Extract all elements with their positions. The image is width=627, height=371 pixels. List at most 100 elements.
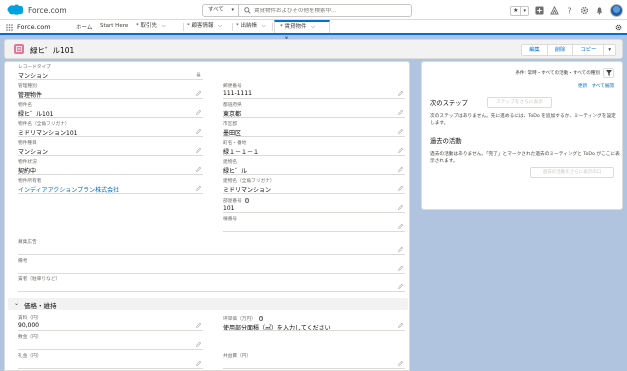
field-label: 賃者（駐車りなど）	[18, 277, 61, 282]
field-price-right-0: 坪単価（万円） i 使用部分面積（㎡）を入力してください	[223, 315, 405, 332]
edit-pencil-icon[interactable]	[398, 204, 404, 210]
edit-pencil-icon[interactable]	[398, 90, 404, 96]
field-divider	[18, 117, 203, 118]
nav-item-label: * 顧客情報	[187, 23, 214, 29]
field-label: レコードタイプ	[18, 65, 51, 70]
chevron-down-icon[interactable]: ⌵	[262, 23, 266, 29]
chevron-down-icon[interactable]: ▾	[520, 6, 528, 15]
nav-home[interactable]: ホーム	[76, 23, 92, 31]
edit-pencil-icon[interactable]	[398, 322, 404, 328]
star-icon[interactable]: ★	[511, 7, 520, 15]
field-price-left-2: 礼金（円）	[18, 353, 203, 369]
info-icon[interactable]: i	[244, 198, 250, 203]
edit-pencil-icon[interactable]	[398, 283, 404, 289]
field-divider	[18, 193, 203, 194]
nav-item-start-here[interactable]: Start Here	[100, 20, 128, 33]
field-value	[18, 341, 203, 348]
field-price-left-1: 敷金（円）	[18, 334, 203, 350]
nav-item-accounts[interactable]: * 取引先 ⌵	[136, 20, 166, 33]
refresh-link[interactable]: 更新	[578, 84, 587, 89]
edit-pencil-icon[interactable]	[196, 147, 202, 153]
edit-pencil-icon[interactable]	[398, 185, 404, 191]
edit-button[interactable]: 編集	[521, 44, 548, 56]
past-activity-empty-text: 過去の活動はありません。「完了」とマークされた過去のミーティングと ToDo が…	[430, 152, 620, 164]
copy-button[interactable]: コピー	[573, 44, 605, 56]
edit-pencil-icon[interactable]	[196, 90, 202, 96]
tab-rental-property[interactable]: * 賃貸物件 ⌵ ×	[274, 20, 330, 42]
nav-item-cashbook[interactable]: * 出納帳 ⌵	[236, 20, 266, 33]
delete-button[interactable]: 削除	[547, 44, 574, 56]
edit-pencil-icon[interactable]	[398, 128, 404, 134]
field-divider	[223, 231, 405, 232]
chevron-down-icon[interactable]: ⌵	[162, 23, 166, 29]
edit-pencil-icon[interactable]	[196, 128, 202, 134]
salesforce-logo-icon[interactable]	[7, 4, 24, 15]
edit-pencil-icon[interactable]	[398, 360, 404, 366]
edit-pencil-icon[interactable]	[398, 246, 404, 252]
field-right-7: 棟番号	[223, 216, 405, 232]
edit-nav-gear-icon[interactable]	[615, 24, 622, 31]
more-actions-button[interactable]: ▾	[604, 44, 616, 56]
edit-pencil-icon[interactable]	[196, 322, 202, 328]
edit-pencil-icon[interactable]	[196, 341, 202, 347]
app-launcher-icon[interactable]	[6, 24, 13, 31]
favorites-group[interactable]: ★ ▾	[510, 5, 529, 16]
setup-gear-icon[interactable]	[580, 6, 589, 15]
field-right-1: 都道府県 東京都	[223, 102, 405, 118]
record-header: 緑ヒ゛ル101 編集 削除 コピー ▾	[4, 39, 623, 59]
edit-pencil-icon[interactable]	[398, 166, 404, 172]
search-input[interactable]	[254, 7, 404, 14]
field-right-6: 部屋番号 i 101	[223, 197, 405, 213]
field-divider	[18, 349, 203, 350]
field-left-4: 物件種目 マンション	[18, 140, 203, 156]
edit-pencil-icon[interactable]	[398, 147, 404, 153]
info-icon[interactable]: i	[258, 316, 264, 321]
field-divider	[18, 273, 405, 274]
nav-item-label: * 取引先	[136, 23, 157, 29]
field-divider	[223, 117, 405, 118]
field-divider	[18, 79, 203, 80]
section-price-maintenance[interactable]: ⌄ 価格・維持	[8, 298, 408, 310]
navigation-bar: ホーム Force.com Start Here * 取引先 ⌵ * 顧客情報 …	[0, 20, 627, 42]
field-divider	[223, 330, 405, 331]
field-divider	[18, 368, 203, 369]
edit-pencil-icon[interactable]	[398, 265, 404, 271]
edit-pencil-icon[interactable]	[196, 166, 202, 172]
field-value: 90,000	[18, 322, 39, 329]
field-label: 市区郡	[223, 122, 238, 127]
field-right-2: 市区郡 墨田区	[223, 121, 405, 137]
field-label: 物件状況	[18, 160, 37, 165]
trailhead-icon[interactable]	[550, 6, 559, 15]
more-past-activity-button[interactable]: 過去の活動をさらに表示の口	[530, 167, 614, 178]
property-icon	[16, 46, 22, 52]
notifications-bell-icon[interactable]	[595, 6, 604, 15]
edit-pencil-icon[interactable]	[196, 109, 202, 115]
field-right-3: 町名・番地 緑１－１－１	[223, 140, 405, 156]
field-value	[18, 265, 405, 272]
field-label: 礼金（円）	[18, 354, 42, 359]
chevron-down-icon[interactable]: ⌵	[311, 24, 315, 30]
edit-pencil-icon[interactable]	[196, 185, 202, 191]
nav-item-customers[interactable]: * 顧客情報 ⌵	[187, 20, 222, 33]
field-label: 棟番号	[223, 217, 238, 222]
next-steps-title: 次のステップ	[430, 100, 468, 107]
field-left-0: レコードタイプ マンション	[18, 64, 203, 80]
edit-pencil-icon[interactable]	[398, 109, 404, 115]
search-scope-select[interactable]: すべて ▾	[203, 5, 239, 16]
edit-pencil-icon[interactable]	[196, 360, 202, 366]
more-next-steps-button[interactable]: ステップをさらに表示	[487, 97, 552, 108]
help-icon[interactable]: ?	[565, 6, 574, 15]
field-label: 募集広告	[18, 240, 37, 245]
filter-button[interactable]	[603, 68, 614, 78]
field-left-5: 物件状況 契約中	[18, 159, 203, 175]
chevron-down-icon[interactable]: ⌵	[218, 23, 222, 29]
edit-pencil-icon[interactable]	[398, 223, 404, 229]
chevron-down-icon[interactable]: ⌄	[14, 300, 19, 307]
user-avatar[interactable]	[610, 4, 623, 17]
field-label: 管理種別	[18, 84, 37, 89]
field-label: 共益費（円）	[223, 354, 252, 359]
expand-all-link[interactable]: すべて展開	[592, 84, 614, 89]
field-label: 部屋番号	[223, 199, 242, 204]
global-search[interactable]: すべて ▾	[202, 4, 412, 17]
add-icon[interactable]	[535, 6, 544, 15]
